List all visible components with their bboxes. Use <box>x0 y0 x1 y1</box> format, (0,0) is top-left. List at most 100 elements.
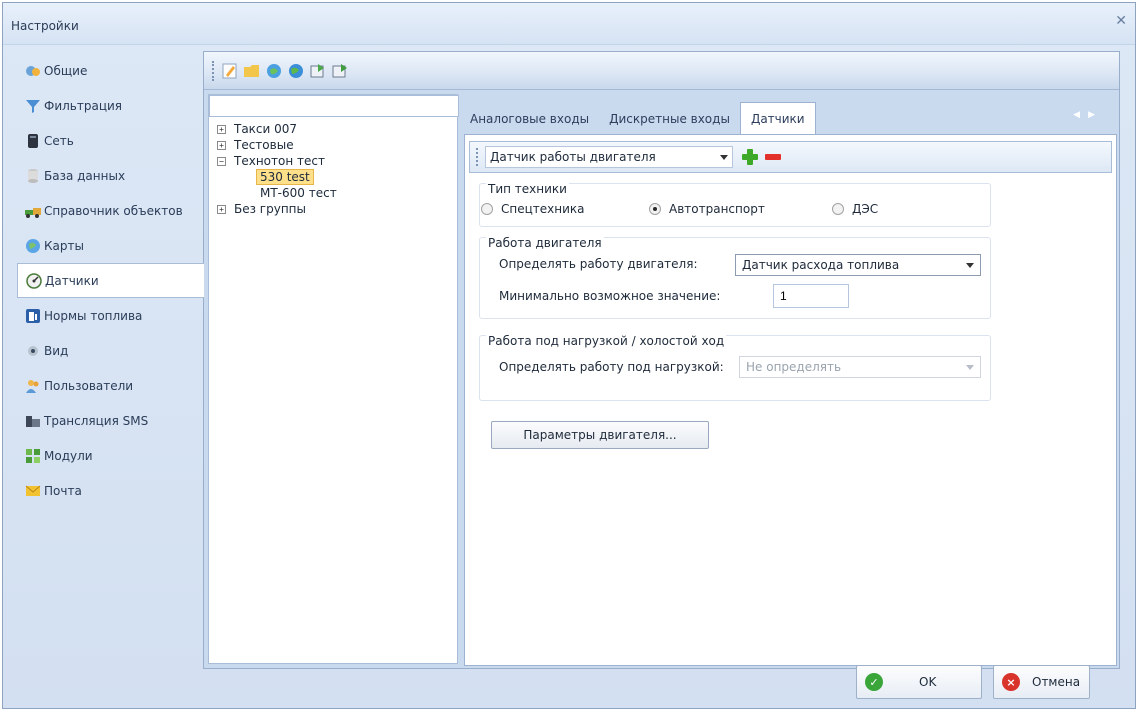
nav-item-general[interactable]: Общие <box>17 53 203 88</box>
tree-search-input[interactable] <box>209 95 459 117</box>
nav-label: Справочник объектов <box>44 203 183 218</box>
sensors-tab-body: Датчик работы двигателя Тип техники Спец… <box>464 134 1117 666</box>
expand-icon[interactable]: + <box>217 204 226 214</box>
export-icon[interactable] <box>309 62 327 80</box>
radio-des[interactable]: ДЭС <box>832 202 878 216</box>
cancel-button[interactable]: × Отмена <box>993 665 1090 699</box>
settings-window: Настройки ✕ Общие Фильтрация Сеть База д… <box>2 2 1136 709</box>
modules-icon <box>26 448 40 463</box>
tab-scroll-arrows-icon[interactable]: ◀▶ <box>1073 110 1103 120</box>
expand-icon[interactable]: + <box>217 140 226 150</box>
objects-tree-panel: + Такси 007 + Тестовые − Технотон тест 5… <box>208 94 459 664</box>
view-icon <box>28 345 38 356</box>
tree-node-530-test[interactable]: 530 test <box>256 169 337 185</box>
database-icon <box>28 168 38 183</box>
settings-nav: Общие Фильтрация Сеть База данных Справо… <box>17 53 204 508</box>
engine-detect-value: Датчик расхода топлива <box>742 258 900 272</box>
objects-tree: + Такси 007 + Тестовые − Технотон тест 5… <box>217 121 337 217</box>
close-icon[interactable]: ✕ <box>1115 13 1127 29</box>
chevron-down-icon <box>720 154 728 160</box>
tree-node-no-group[interactable]: + Без группы <box>217 201 337 217</box>
tree-node-test[interactable]: + Тестовые <box>217 137 337 153</box>
nav-label: Почта <box>44 483 82 498</box>
expand-icon[interactable]: + <box>217 124 226 134</box>
tree-node-label: 530 test <box>256 169 314 185</box>
nav-label: Модули <box>44 448 93 463</box>
radio-label: ДЭС <box>852 202 879 216</box>
toolbar <box>204 52 1119 90</box>
load-detect-label: Определять работу под нагрузкой: <box>499 360 724 374</box>
nav-item-network[interactable]: Сеть <box>17 123 203 158</box>
sensor-select[interactable]: Датчик работы двигателя <box>485 146 733 168</box>
collapse-icon[interactable]: − <box>217 156 226 166</box>
engine-work-group: Работа двигателя <box>479 236 991 319</box>
ok-label: OK <box>919 675 937 689</box>
tree-node-label: Технотон тест <box>234 154 325 168</box>
general-icon <box>26 65 40 76</box>
window-title: Настройки <box>11 19 79 33</box>
load-detect-select: Не определять <box>739 356 981 378</box>
tree-node-label: Без группы <box>234 202 306 216</box>
check-icon: ✓ <box>865 673 883 691</box>
tree-node-label: Тестовые <box>234 138 294 152</box>
tab-sensors[interactable]: Датчики <box>739 102 816 134</box>
nav-item-mail[interactable]: Почта <box>17 473 203 508</box>
filter-icon <box>26 99 40 113</box>
nav-label: Пользователи <box>44 378 134 393</box>
sms-icon <box>26 415 40 427</box>
toolbar-grip[interactable] <box>476 148 479 166</box>
objects-directory-icon <box>25 207 41 218</box>
radio-motor-transport[interactable]: Автотранспорт <box>649 202 765 216</box>
chevron-down-icon <box>966 364 974 370</box>
nav-item-objects-directory[interactable]: Справочник объектов <box>17 193 203 228</box>
globe-refresh-icon[interactable] <box>265 62 283 80</box>
nav-item-database[interactable]: База данных <box>17 158 203 193</box>
tree-node-label: МТ-600 тест <box>260 186 337 200</box>
add-sensor-icon[interactable] <box>741 148 759 166</box>
radio-icon <box>832 203 844 215</box>
folder-icon[interactable] <box>243 62 261 80</box>
group-title: Работа под нагрузкой / холостой ход <box>486 334 727 348</box>
nav-item-sms[interactable]: Трансляция SMS <box>17 403 203 438</box>
sensors-icon <box>26 272 42 289</box>
nav-item-view[interactable]: Вид <box>17 333 203 368</box>
tab-discrete-inputs[interactable]: Дискретные входы <box>599 104 740 134</box>
nav-label: Вид <box>44 343 69 358</box>
nav-item-filter[interactable]: Фильтрация <box>17 88 203 123</box>
edit-icon[interactable] <box>221 62 239 80</box>
tab-analog-inputs[interactable]: Аналоговые входы <box>460 104 599 134</box>
engine-detect-select[interactable]: Датчик расхода топлива <box>735 254 981 276</box>
radio-label: Спецтехника <box>501 202 585 216</box>
radio-special-equipment[interactable]: Спецтехника <box>481 202 585 216</box>
sensor-toolbar: Датчик работы двигателя <box>469 141 1112 173</box>
users-icon <box>26 379 39 393</box>
tree-node-tekhnoton[interactable]: − Технотон тест <box>217 153 337 169</box>
radio-icon <box>649 203 661 215</box>
load-detect-value: Не определять <box>746 360 842 374</box>
nav-item-fuel-norms[interactable]: Нормы топлива <box>17 298 203 333</box>
sensors-panel: + Такси 007 + Тестовые − Технотон тест 5… <box>203 51 1120 669</box>
remove-sensor-icon[interactable] <box>765 154 781 160</box>
toolbar-grip[interactable] <box>212 60 215 81</box>
nav-item-modules[interactable]: Модули <box>17 438 203 473</box>
title-bar: Настройки ✕ <box>3 3 1135 45</box>
tree-node-mt-600[interactable]: МТ-600 тест <box>260 185 337 201</box>
sensor-select-value: Датчик работы двигателя <box>490 150 656 164</box>
nav-label: База данных <box>44 168 126 183</box>
chevron-down-icon <box>966 262 974 268</box>
nav-item-maps[interactable]: Карты <box>17 228 203 263</box>
nav-item-sensors[interactable]: Датчики <box>17 263 204 298</box>
min-value-input[interactable] <box>773 284 849 308</box>
radio-label: Автотранспорт <box>669 202 765 216</box>
tree-node-taxi[interactable]: + Такси 007 <box>217 121 337 137</box>
engine-parameters-button[interactable]: Параметры двигателя... <box>491 421 709 449</box>
nav-item-users[interactable]: Пользователи <box>17 368 203 403</box>
tab-strip: Аналоговые входы Дискретные входы Датчик… <box>460 98 816 134</box>
radio-icon <box>481 203 493 215</box>
import-icon[interactable] <box>331 62 349 80</box>
nav-label: Нормы топлива <box>44 308 143 323</box>
globe-icon[interactable] <box>287 62 305 80</box>
nav-label: Фильтрация <box>44 98 123 113</box>
ok-button[interactable]: ✓ OK <box>856 665 982 699</box>
nav-label: Датчики <box>45 273 99 288</box>
